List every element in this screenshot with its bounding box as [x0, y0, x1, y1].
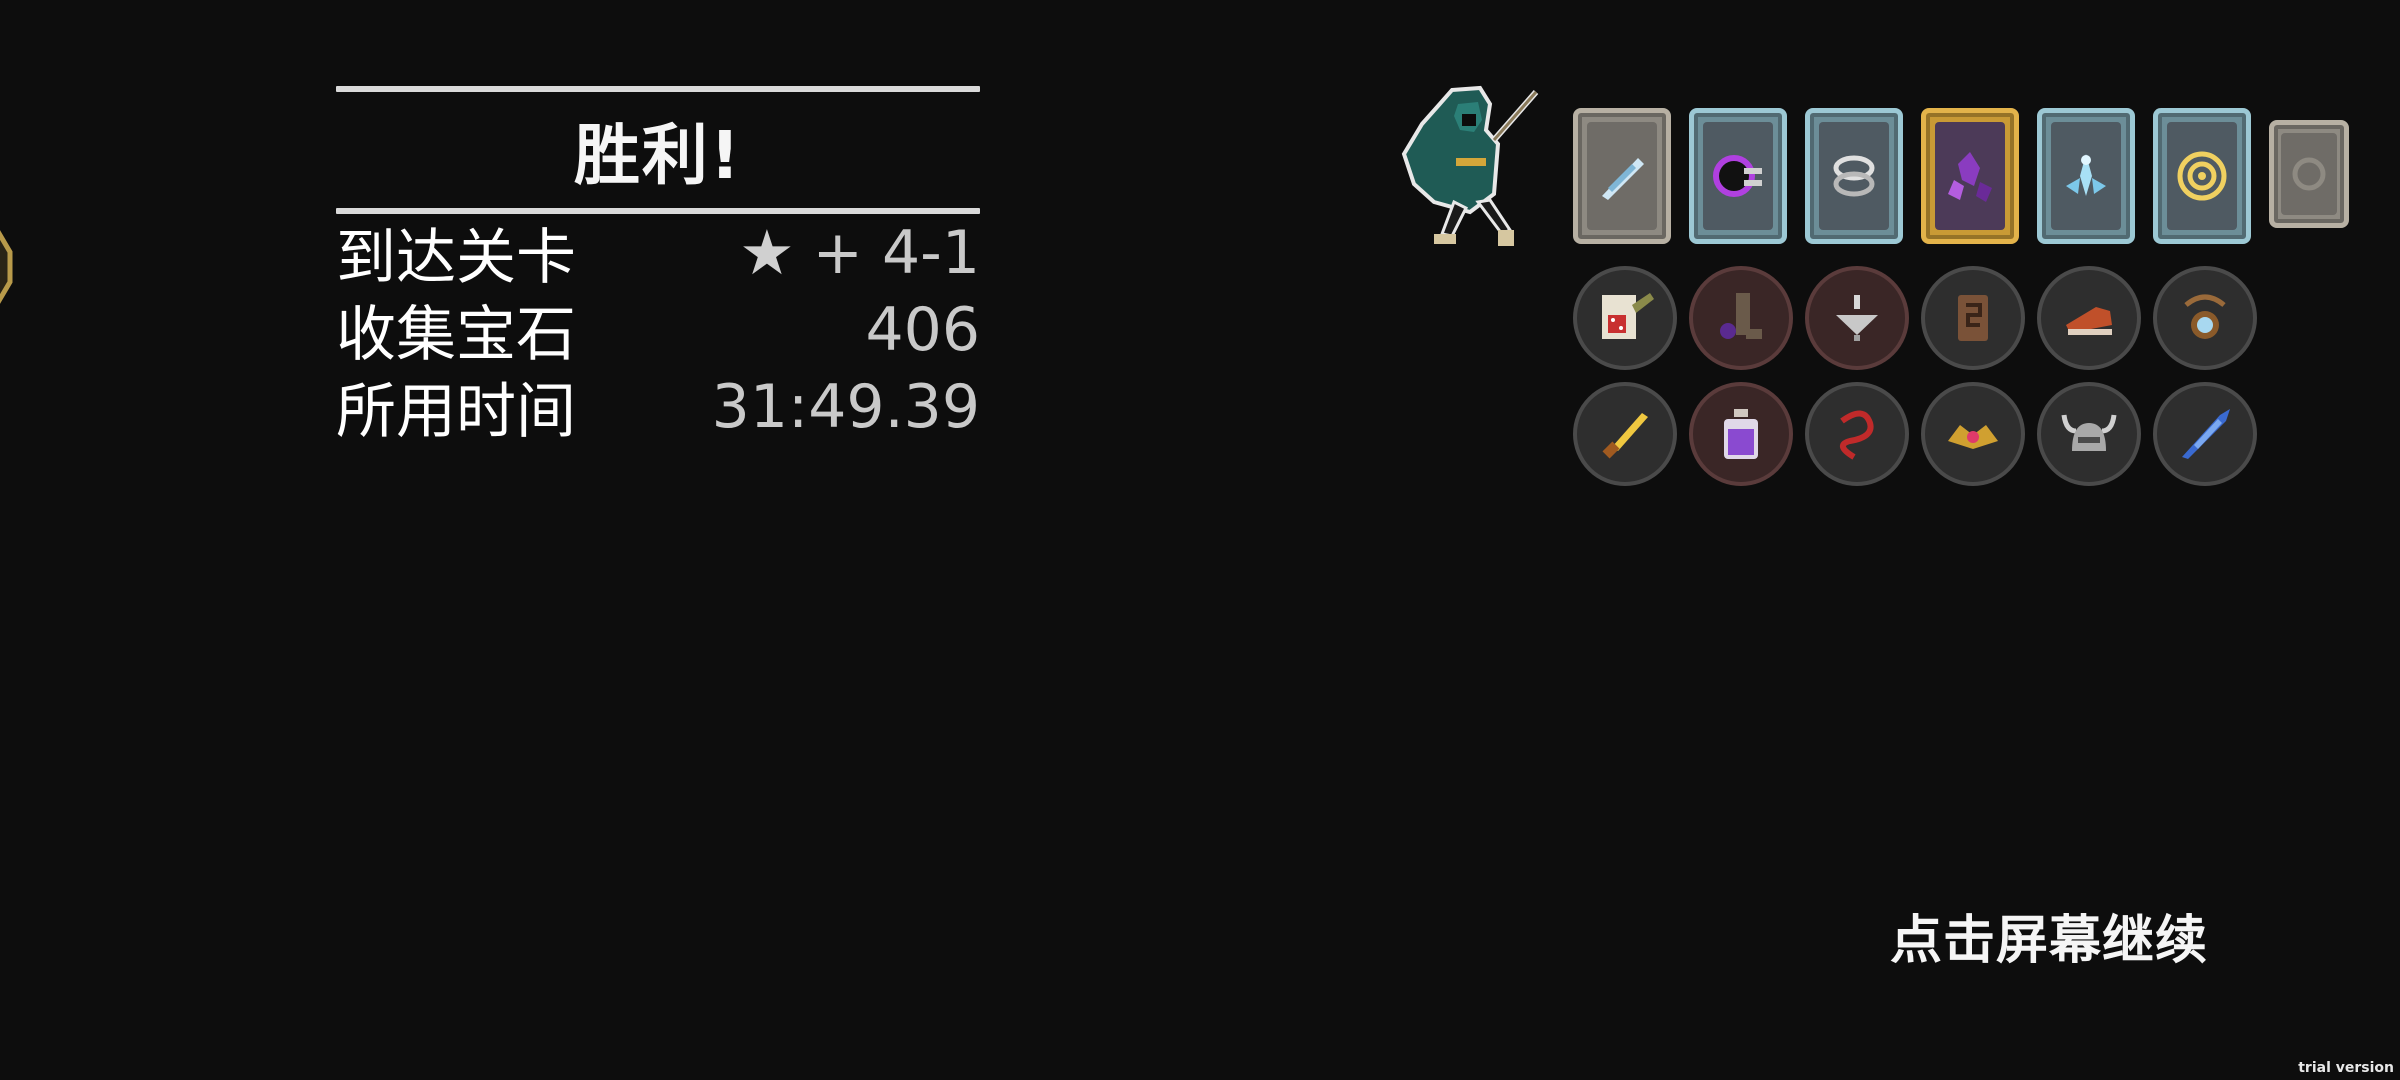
trial-version-watermark: trial version: [2298, 1060, 2394, 1076]
stat-value-gems: 406: [865, 294, 980, 365]
item-golden-dagger[interactable]: [1573, 382, 1677, 486]
feather-blade-card[interactable]: [1573, 108, 1671, 244]
item-blue-quill[interactable]: [2153, 382, 2257, 486]
collected-items-grid: [1573, 266, 2257, 486]
item-amulet[interactable]: [2153, 266, 2257, 370]
star-icon: ★: [739, 216, 795, 289]
blue-quill-icon: [2182, 409, 2230, 459]
stat-value-time: 31:49.39: [711, 371, 980, 442]
victory-summary-panel: 胜利! 到达关卡 ★ + 4-1 收集宝石 406 所用时间 31:49.39: [336, 86, 980, 448]
item-red-boot[interactable]: [2037, 266, 2141, 370]
item-horned-helmet[interactable]: [2037, 382, 2141, 486]
dark-flask-icon: [1720, 293, 1762, 339]
red-ribbon-icon: [1840, 410, 1874, 460]
tap-to-continue-prompt[interactable]: 点击屏幕继续: [1890, 898, 2208, 973]
golden-spiral-icon: [2177, 151, 2227, 201]
skill-cards-row: [1573, 108, 2349, 244]
purple-potion-icon: [1724, 409, 1758, 459]
item-wooden-rune[interactable]: [1921, 266, 2025, 370]
golden-dagger-icon: [1602, 413, 1648, 459]
stage-number: + 4-1: [812, 217, 980, 288]
void-orb-icon: [1713, 155, 1762, 197]
stat-row-stage: 到达关卡 ★ + 4-1: [336, 214, 980, 293]
empty-card-slot[interactable]: [2269, 120, 2349, 228]
horned-helmet-icon: [2061, 414, 2117, 451]
golden-spiral-card[interactable]: [2153, 108, 2251, 244]
victory-title: 胜利!: [573, 117, 743, 194]
silver-top-icon: [1836, 295, 1878, 341]
chain-swirl-icon: [1833, 155, 1875, 197]
ice-shard-icon: [2066, 154, 2106, 196]
stat-label-time: 所用时间: [336, 377, 576, 447]
edge-hexagon-icon: [0, 230, 13, 304]
purple-crystal-card[interactable]: [1921, 108, 2019, 244]
hooded-wizard-character-icon: [1401, 85, 1539, 246]
stat-row-gems: 收集宝石 406: [336, 291, 980, 371]
stat-label-stage: 到达关卡: [336, 223, 576, 293]
item-purple-potion[interactable]: [1689, 382, 1793, 486]
item-silver-top[interactable]: [1805, 266, 1909, 370]
red-boot-icon: [2066, 307, 2112, 335]
ice-shard-card[interactable]: [2037, 108, 2135, 244]
empty-card-icon: [2292, 157, 2326, 191]
chain-swirl-card[interactable]: [1805, 108, 1903, 244]
amulet-icon: [2184, 294, 2226, 339]
stat-value-stage: ★ + 4-1: [739, 216, 980, 289]
wooden-rune-icon: [1958, 295, 1988, 341]
void-orb-card[interactable]: [1689, 108, 1787, 244]
item-scroll-dice[interactable]: [1573, 266, 1677, 370]
feather-blade-icon: [1602, 158, 1644, 200]
scroll-dice-icon: [1602, 293, 1654, 339]
stat-row-time: 所用时间 31:49.39: [336, 368, 980, 448]
item-jeweled-crown[interactable]: [1921, 382, 2025, 486]
item-dark-flask[interactable]: [1689, 266, 1793, 370]
stat-label-gems: 收集宝石: [336, 300, 576, 370]
item-red-ribbon[interactable]: [1805, 382, 1909, 486]
jeweled-crown-icon: [1948, 425, 1998, 449]
victory-screen[interactable]: 胜利! 到达关卡 ★ + 4-1 收集宝石 406 所用时间 31:49.39: [0, 0, 2400, 1080]
purple-crystal-icon: [1948, 152, 1992, 202]
